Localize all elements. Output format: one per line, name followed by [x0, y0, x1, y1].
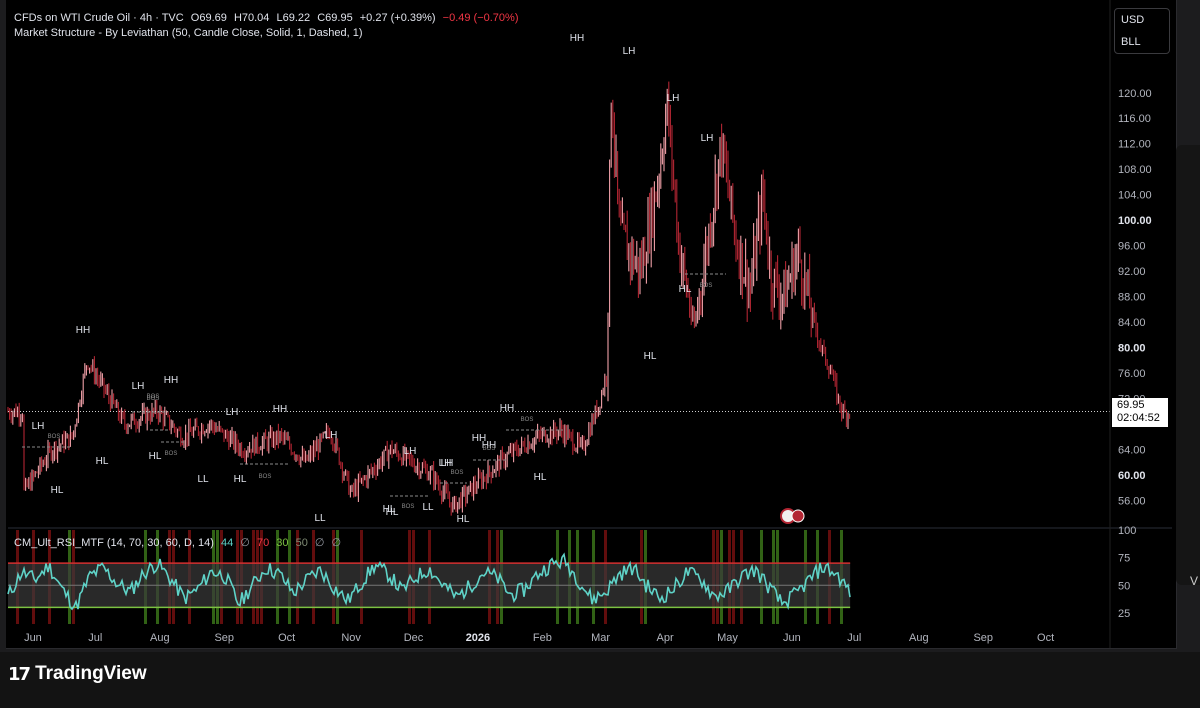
structure-label: HL	[386, 507, 399, 518]
last-price: 69.95	[1117, 399, 1145, 411]
y-tick-label: 96.00	[1118, 241, 1146, 253]
structure-label: HL	[149, 451, 162, 462]
x-tick-label: Aug	[150, 632, 170, 644]
bos-label: BOS	[147, 394, 160, 400]
tradingview-wordmark: TradingView	[35, 663, 147, 684]
bos-label: BOS	[521, 417, 534, 423]
x-tick-label: May	[717, 632, 738, 644]
rsi-y-tick-label: 75	[1118, 553, 1130, 565]
y-tick-label: 92.00	[1118, 266, 1146, 278]
structure-label: LL	[197, 474, 209, 485]
structure-label: HL	[534, 472, 547, 483]
x-tick-label: Aug	[909, 632, 929, 644]
y-tick-label: 60.00	[1118, 470, 1146, 482]
price-chart[interactable]: HH LH HH LH LH HH HL HL LL HL HL LL HL LL LH LH HH HH LH HL…	[0, 0, 1200, 650]
bos-label: BOS	[259, 474, 272, 480]
structure-label: LH	[404, 446, 417, 457]
structure-label: HL	[679, 284, 692, 295]
x-tick-label: Jul	[88, 632, 102, 644]
rsi-null-3: ∅	[331, 537, 342, 549]
rsi-oversold: 30	[276, 537, 289, 549]
x-tick-label: Apr	[657, 632, 674, 644]
bos-label: BOS	[165, 451, 178, 457]
rsi-indicator-name[interactable]: CM_Ult_RSI_MTF (14, 70, 30, 60, D, 14)	[14, 537, 214, 549]
y-tick-label: 80.00	[1118, 343, 1146, 355]
structure-label: LH	[441, 458, 454, 469]
x-tick-label: Dec	[404, 632, 424, 644]
bos-label: BOS	[48, 434, 61, 440]
y-tick-label: 100.00	[1118, 215, 1152, 227]
y-tick-label: 116.00	[1118, 113, 1151, 125]
x-tick-label: Jun	[24, 632, 42, 644]
rsi-y-tick-label: 100	[1118, 525, 1136, 537]
structure-label: HH	[500, 403, 514, 414]
y-tick-label: 76.00	[1118, 368, 1146, 380]
rsi-y-tick-label: 50	[1118, 580, 1130, 592]
structure-label: HH	[164, 375, 178, 386]
x-tick-label: Mar	[591, 632, 610, 644]
y-tick-label: 108.00	[1118, 164, 1152, 176]
footer	[0, 652, 1200, 708]
side-panel-letter: V	[1190, 574, 1199, 588]
structure-label: HL	[96, 456, 109, 467]
tradingview-mark-icon: 𝟭7	[8, 663, 31, 685]
structure-label: HL	[234, 474, 247, 485]
structure-label: HH	[273, 404, 287, 415]
x-tick-label: Feb	[533, 632, 552, 644]
x-tick-label: Nov	[341, 632, 361, 644]
bos-label: BOS	[451, 470, 464, 476]
y-tick-label: 112.00	[1118, 139, 1151, 151]
rsi-overbought: 70	[256, 537, 270, 549]
x-tick-label: Oct	[1037, 632, 1054, 644]
bos-label: BOS	[700, 283, 713, 289]
structure-label: LH	[623, 46, 636, 57]
structure-label: HL	[644, 351, 657, 362]
structure-label: LH	[132, 381, 145, 392]
event-flags[interactable]	[780, 508, 805, 524]
y-tick-label: 84.00	[1118, 317, 1146, 329]
y-tick-label: 120.00	[1118, 88, 1152, 100]
rsi-null-2: ∅	[314, 537, 325, 549]
structure-label: HH	[76, 325, 90, 336]
x-tick-label: Oct	[278, 632, 295, 644]
x-tick-label: Jun	[783, 632, 801, 644]
y-tick-label: 64.00	[1118, 444, 1146, 456]
bar-timer: 02:04:52	[1117, 412, 1160, 424]
x-tick-label: Jul	[847, 632, 861, 644]
structure-label: HL	[51, 485, 64, 496]
rsi-y-tick-label: 25	[1118, 608, 1130, 620]
structure-label: LH	[325, 430, 338, 441]
rsi-midline: 50	[295, 537, 308, 549]
y-tick-label: 88.00	[1118, 292, 1146, 304]
structure-label: LL	[314, 513, 326, 524]
event-flag-icon[interactable]	[791, 509, 805, 523]
y-tick-label: 56.00	[1118, 495, 1146, 507]
side-panel	[1176, 145, 1200, 585]
structure-label: HH	[570, 33, 584, 44]
bos-label: BOS	[483, 446, 496, 452]
structure-label: LH	[226, 407, 239, 418]
structure-label: LH	[701, 133, 714, 144]
x-tick-label: Sep	[973, 632, 993, 644]
rsi-value: 44	[220, 537, 234, 549]
rsi-null-1: ∅	[240, 537, 250, 549]
tradingview-logo[interactable]: 𝟭7 TradingView	[8, 663, 147, 685]
structure-label: LH	[667, 93, 680, 104]
last-price-label: 69.95 02:04:52	[1112, 398, 1168, 427]
rsi-legend[interactable]: CM_Ult_RSI_MTF (14, 70, 30, 60, D, 14) 4…	[14, 536, 345, 549]
structure-label: LH	[32, 421, 45, 432]
x-tick-label: 2026	[466, 632, 490, 644]
y-tick-label: 104.00	[1118, 190, 1152, 202]
structure-label: LL	[422, 502, 434, 513]
structure-label: HL	[457, 514, 470, 525]
x-tick-label: Sep	[214, 632, 234, 644]
bos-label: BOS	[402, 504, 415, 510]
